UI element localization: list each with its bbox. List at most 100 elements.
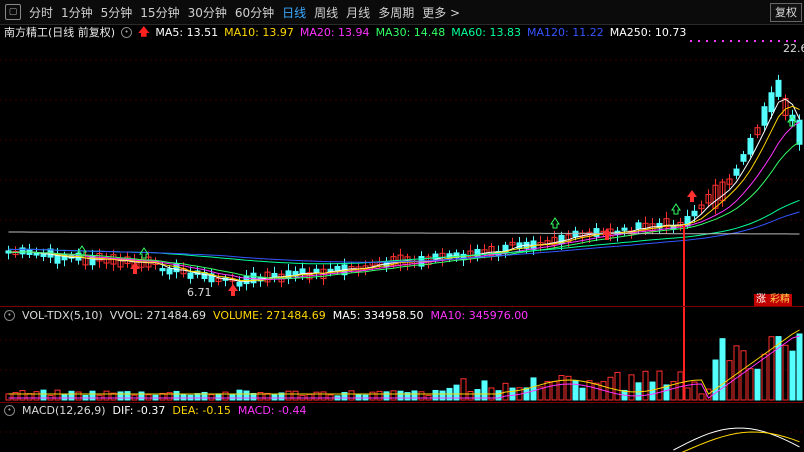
volume-bar — [292, 390, 299, 401]
volume-bar — [369, 391, 376, 401]
macd-dea-line — [681, 431, 800, 452]
volume-bar — [376, 390, 383, 401]
volume-item: MA10: 345976.00 — [430, 308, 529, 322]
volume-item: MA5: 334958.50 — [332, 308, 424, 322]
low-price-label: 6.71 — [187, 286, 212, 299]
volume-bar — [173, 390, 180, 401]
macd-item: DIF: -0.37 — [112, 403, 166, 417]
volume-bar — [523, 387, 530, 401]
volume-bar — [145, 394, 152, 401]
volume-bar — [796, 333, 803, 401]
volume-bar — [530, 377, 537, 401]
volume-legend: • VOL-TDX(5,10) VVOL: 271484.69 VOLUME: … — [0, 308, 535, 322]
price-volume-divider — [0, 306, 804, 307]
volume-bar — [54, 389, 61, 401]
color-signal-badge[interactable]: 彩精 — [768, 294, 792, 306]
volume-bar — [194, 393, 201, 401]
volume-bar — [348, 390, 355, 401]
volume-bar — [285, 390, 292, 401]
volume-bar — [593, 382, 600, 401]
kline-chart-canvas[interactable] — [0, 0, 804, 452]
volume-bar — [355, 393, 362, 401]
candle-body — [159, 268, 166, 272]
signal-arrow — [671, 203, 681, 215]
volume-bar — [117, 391, 124, 401]
volume-bar — [327, 394, 334, 401]
candle-body — [33, 252, 40, 256]
volume-bar — [558, 375, 565, 401]
volume-bar — [313, 391, 320, 401]
volume-bar — [789, 350, 796, 401]
volume-bar — [5, 393, 12, 401]
limit-up-marker — [770, 40, 772, 42]
volume-bar — [782, 344, 789, 401]
volume-bar — [103, 390, 110, 401]
volume-bar — [432, 389, 439, 401]
volume-bar — [306, 393, 313, 401]
high-price-label: 22.6 — [783, 42, 804, 55]
limit-up-badge[interactable]: 涨 — [754, 294, 768, 306]
limit-up-marker — [730, 40, 732, 42]
volume-bar — [229, 394, 236, 401]
macd-legend: • MACD(12,26,9) DIF: -0.37 DEA: -0.15 MA… — [0, 403, 313, 417]
volume-bar — [761, 353, 768, 401]
volume-bar — [551, 381, 558, 401]
volume-bar — [397, 390, 404, 401]
volume-bar — [208, 394, 215, 401]
macd-indicator-name[interactable]: MACD(12,26,9) — [22, 404, 106, 417]
candle-body — [313, 268, 320, 273]
volume-settings-icon[interactable]: • — [4, 309, 15, 321]
volume-bar — [26, 393, 33, 401]
volume-bar — [544, 381, 551, 401]
volume-indicator-name[interactable]: VOL-TDX(5,10) — [22, 309, 103, 322]
volume-bar — [768, 336, 775, 401]
candle-body — [334, 265, 341, 271]
ma-line — [8, 141, 800, 279]
volume-bar — [775, 336, 782, 401]
volume-bar — [467, 391, 474, 401]
volume-bar — [509, 387, 516, 401]
candle-body — [733, 168, 740, 176]
volume-bar — [460, 378, 467, 401]
volume-bar — [649, 381, 656, 401]
volume-bar — [124, 391, 131, 401]
macd-item: MACD: -0.44 — [237, 403, 307, 417]
volume-bar — [271, 394, 278, 401]
volume-bar — [89, 390, 96, 401]
candle-body — [166, 268, 173, 275]
volume-bar — [656, 370, 663, 401]
limit-up-marker — [778, 40, 780, 42]
candle-body — [271, 272, 278, 278]
limit-up-marker — [706, 40, 708, 42]
volume-bar — [320, 391, 327, 401]
macd-dif-line — [673, 427, 800, 451]
volume-bar — [684, 387, 691, 401]
buy-signal-arrow — [687, 190, 697, 202]
volume-bar — [40, 389, 47, 401]
candle-body — [761, 106, 768, 126]
volume-bar — [19, 390, 26, 401]
volume-bar — [719, 338, 726, 401]
candle-body — [775, 79, 782, 97]
candle-body — [635, 222, 642, 230]
volume-bar — [698, 393, 705, 401]
limit-up-marker — [738, 40, 740, 42]
volume-item: VOLUME: 271484.69 — [213, 308, 326, 322]
limit-up-marker — [722, 40, 724, 42]
volume-bar — [572, 379, 579, 401]
limit-up-marker — [754, 40, 756, 42]
volume-bar — [439, 390, 446, 401]
volume-bar — [68, 390, 75, 401]
volume-bar — [236, 389, 243, 401]
volume-bar — [33, 391, 40, 401]
ma-line — [8, 231, 800, 235]
limit-up-marker — [714, 40, 716, 42]
volume-bar — [495, 390, 502, 401]
volume-bar — [180, 393, 187, 401]
candle-body — [768, 92, 775, 113]
candle-body — [691, 210, 698, 217]
volume-bar — [138, 391, 145, 401]
macd-settings-icon[interactable]: • — [4, 404, 15, 416]
limit-up-marker — [698, 40, 700, 42]
candle-body — [740, 154, 747, 162]
